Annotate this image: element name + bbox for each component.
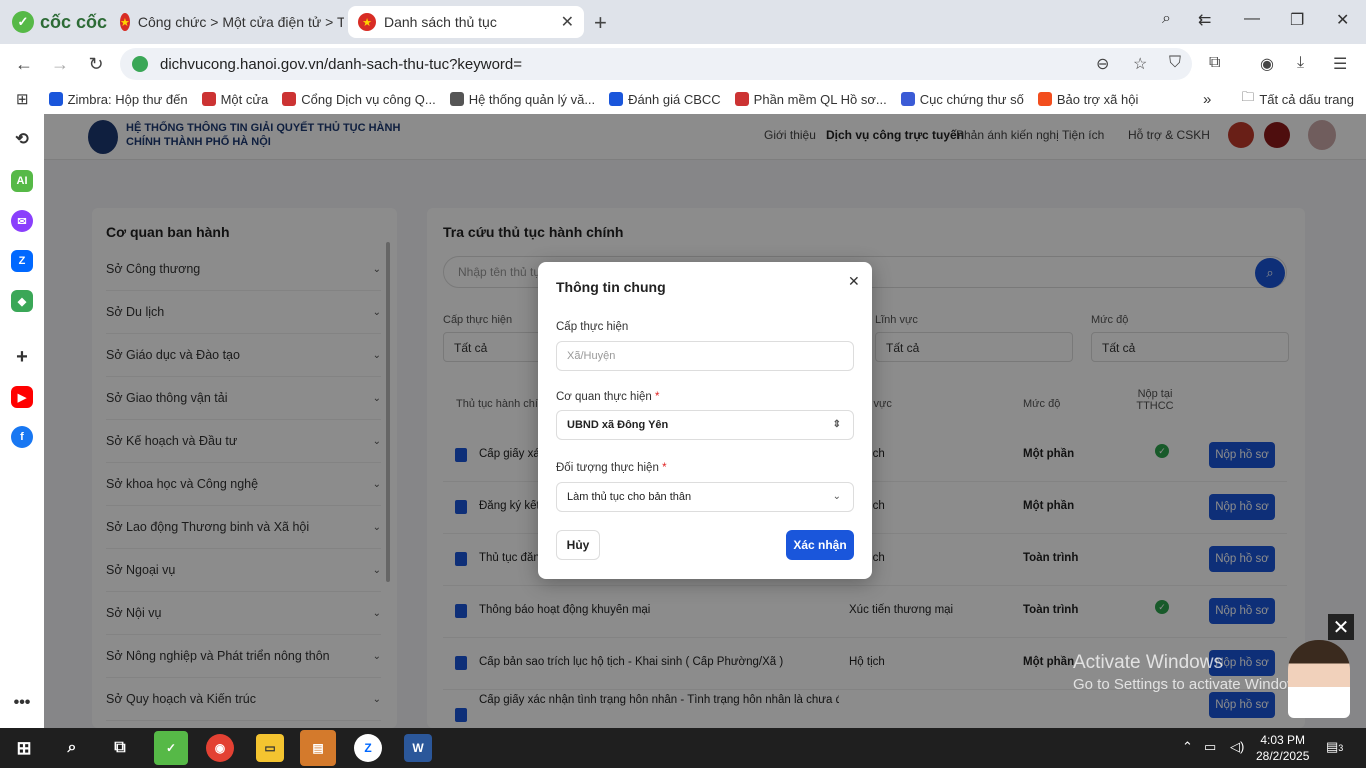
- bookmark-item[interactable]: Cổng Dịch vụ công Q...: [282, 92, 436, 107]
- agency-label: Cơ quan thực hiện *: [556, 391, 660, 403]
- agency-select[interactable]: UBND xã Đông Yên ⇕: [556, 410, 854, 440]
- bookmark-item[interactable]: Đánh giá CBCC: [609, 92, 721, 107]
- modal-title: Thông tin chung: [556, 279, 666, 295]
- close-tab-icon[interactable]: ✕: [561, 12, 574, 32]
- task-view-icon[interactable]: ⧉: [106, 734, 134, 762]
- site-secure-icon: [132, 56, 148, 72]
- level-label: Cấp thực hiện: [556, 321, 629, 333]
- tray-expand-icon[interactable]: ⌃: [1182, 739, 1193, 755]
- more-icon[interactable]: •••: [11, 692, 33, 714]
- back-to-tabs-icon[interactable]: ⇇: [1198, 10, 1211, 30]
- bookmark-item[interactable]: Phần mềm QL Hồ sơ...: [734, 92, 887, 107]
- brand-text: cốc cốc: [40, 11, 108, 32]
- network-icon[interactable]: ▭: [1204, 739, 1216, 755]
- assistant-avatar[interactable]: [1288, 640, 1350, 718]
- forward-button[interactable]: →: [48, 54, 72, 75]
- address-bar-row: ← → ↻ dichvucong.hanoi.gov.vn/danh-sach-…: [0, 44, 1366, 84]
- volume-icon[interactable]: ◁): [1230, 739, 1244, 755]
- zalo-icon[interactable]: Z: [11, 250, 33, 272]
- system-clock[interactable]: 4:03 PM 28/2/2025: [1256, 732, 1309, 764]
- vn-emblem-icon: ★: [358, 13, 376, 31]
- activate-windows-watermark: Activate Windows Go to Settings to activ…: [1073, 652, 1310, 693]
- printer-app-icon[interactable]: ▤: [300, 730, 336, 766]
- subject-select[interactable]: Làm thủ tục cho bản thân ⌄: [556, 482, 854, 512]
- minimize-button[interactable]: —: [1244, 10, 1260, 28]
- close-ad-icon[interactable]: ✕: [1328, 614, 1354, 640]
- search-icon[interactable]: ⌕: [58, 734, 86, 762]
- tab-label: Công chức > Một cửa điện tử > Tr: [137, 14, 344, 30]
- folder-icon: 🗀: [1241, 89, 1255, 104]
- sort-arrows-icon: ⇕: [832, 419, 841, 430]
- confirm-button[interactable]: Xác nhận: [786, 530, 854, 560]
- close-window-button[interactable]: ✕: [1336, 10, 1349, 30]
- reload-button[interactable]: ↻: [84, 54, 108, 75]
- url-text: dichvucong.hanoi.gov.vn/danh-sach-thu-tu…: [160, 55, 523, 73]
- hanoi-emblem-icon: ★: [120, 13, 130, 31]
- file-explorer-icon[interactable]: ▭: [256, 734, 284, 762]
- bookmark-star-icon[interactable]: ☆: [1133, 54, 1147, 74]
- ai-icon[interactable]: AI: [11, 170, 33, 192]
- new-tab-button[interactable]: +: [594, 10, 607, 36]
- history-icon[interactable]: ⟲: [11, 128, 33, 150]
- bookmark-item[interactable]: Hệ thống quản lý vă...: [449, 92, 595, 107]
- back-button[interactable]: ←: [12, 54, 36, 75]
- subject-label: Đối tượng thực hiện *: [556, 462, 667, 474]
- tab-danh-sach-thu-tuc[interactable]: ★ Danh sách thủ tục ✕: [348, 6, 584, 38]
- all-bookmarks-folder[interactable]: 🗀 Tất cả dấu trang: [1241, 88, 1354, 110]
- chrome-icon[interactable]: ◉: [206, 734, 234, 762]
- windows-start-icon[interactable]: ⊞: [10, 734, 38, 762]
- tab-label: Danh sách thủ tục: [384, 14, 497, 30]
- coccoc-logo-icon: ✓: [12, 11, 34, 33]
- close-icon[interactable]: ✕: [848, 273, 860, 290]
- bookmarks-bar: ⊞ Zimbra: Hộp thư đến Một cửa Cổng Dịch …: [0, 84, 1366, 114]
- youtube-icon[interactable]: ▶: [11, 386, 33, 408]
- maximize-button[interactable]: ❐: [1290, 10, 1304, 30]
- browser-side-rail: ⟲ AI ✉ Z ◆ + ▶ f •••: [0, 114, 44, 728]
- browser-tab-bar: ✓ cốc cốc ★ Công chức > Một cửa điện tử …: [0, 0, 1366, 44]
- apps-grid-icon[interactable]: ⊞: [16, 90, 29, 108]
- level-field[interactable]: Xã/Huyện: [556, 341, 854, 371]
- zoom-out-icon[interactable]: ⊖: [1096, 54, 1109, 74]
- download-icon[interactable]: ⤓: [1297, 54, 1304, 72]
- windows-taskbar: ⊞ ⌕ ⧉ ✓ ◉ ▭ ▤ Z W ⌃ ▭ ◁) 4:03 PM 28/2/20…: [0, 728, 1366, 768]
- screenshot-icon[interactable]: ⌕: [1162, 10, 1171, 28]
- tab-mot-cua[interactable]: ★ Công chức > Một cửa điện tử > Tr: [110, 6, 344, 38]
- extensions-icon[interactable]: ⧉: [1209, 54, 1220, 72]
- bookmark-item[interactable]: Cục chứng thư số: [900, 92, 1024, 107]
- zalo-taskbar-icon[interactable]: Z: [354, 734, 382, 762]
- chevron-down-icon: ⌄: [832, 491, 841, 502]
- game-icon[interactable]: ◆: [11, 290, 33, 312]
- facebook-icon[interactable]: f: [11, 426, 33, 448]
- profile-icon[interactable]: ◉: [1260, 54, 1274, 74]
- bookmark-item[interactable]: Một cửa: [201, 92, 268, 107]
- menu-icon[interactable]: ☰: [1333, 54, 1347, 74]
- word-icon[interactable]: W: [404, 734, 432, 762]
- coccoc-taskbar-icon[interactable]: ✓: [154, 731, 188, 765]
- bookmark-item[interactable]: Bảo trợ xã hội: [1037, 92, 1138, 107]
- url-field[interactable]: dichvucong.hanoi.gov.vn/danh-sach-thu-tu…: [120, 48, 1192, 80]
- browser-brand[interactable]: ✓ cốc cốc: [12, 10, 107, 34]
- general-info-modal: Thông tin chung ✕ Cấp thực hiện Xã/Huyện…: [538, 262, 872, 579]
- notification-icon[interactable]: ▤3: [1326, 739, 1343, 755]
- add-panel-icon[interactable]: +: [11, 346, 33, 368]
- more-bookmarks-icon[interactable]: »: [1203, 91, 1211, 108]
- cancel-button[interactable]: Hủy: [556, 530, 600, 560]
- bookmark-item[interactable]: Zimbra: Hộp thư đến: [48, 92, 188, 107]
- messenger-icon[interactable]: ✉: [11, 210, 33, 232]
- shield-icon[interactable]: ⛉: [1169, 54, 1181, 72]
